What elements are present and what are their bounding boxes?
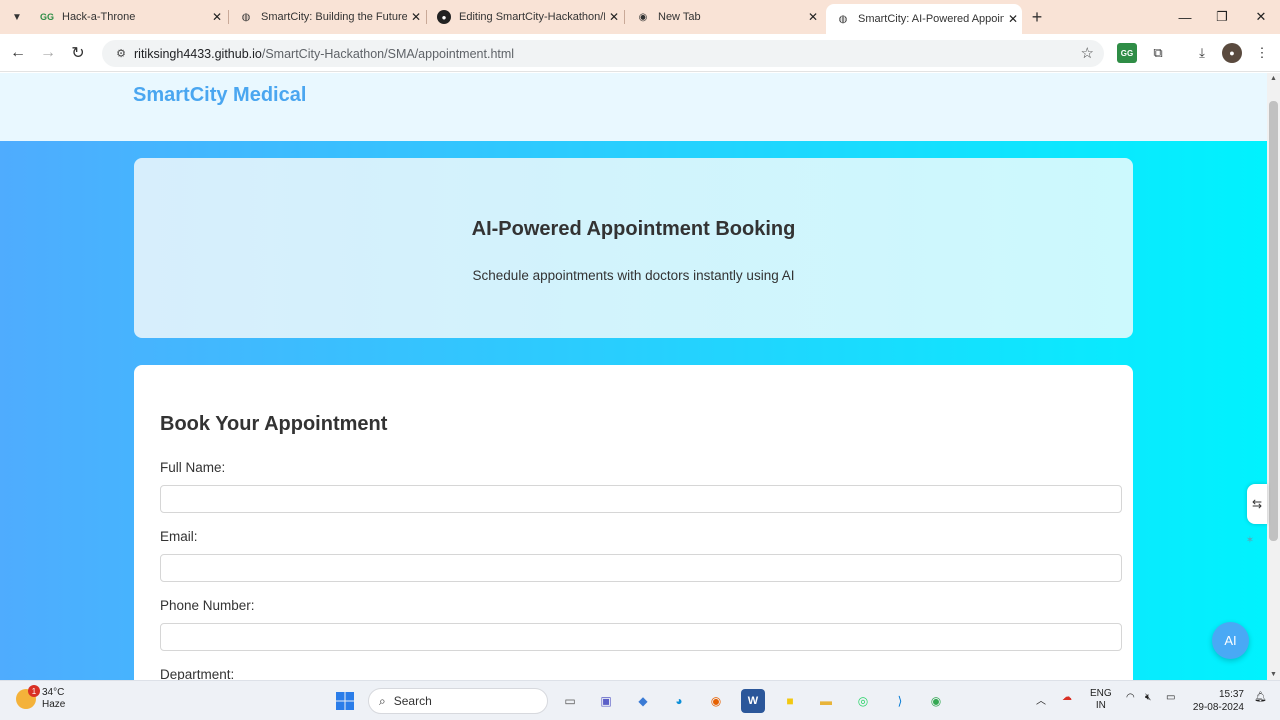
clock-time: 15:37 [1218, 689, 1244, 700]
form-title: Book Your Appointment [160, 413, 388, 435]
tray-overflow-chevron-icon[interactable]: ︿ [1036, 692, 1046, 707]
windows-taskbar: 1 34°C Haze ⌕ Search ▭ ▣ ◆ ◕ ◉ W ■ ▬ ◎ ⟩… [0, 680, 1280, 720]
chrome-icon: ◉ [638, 11, 648, 23]
ai-chat-button[interactable]: AI [1212, 622, 1249, 659]
scroll-up-arrow-icon[interactable]: ▲ [1270, 75, 1277, 82]
site-header: SmartCity Medical [0, 73, 1267, 141]
email-label: Email: [160, 529, 198, 544]
whatsapp-icon[interactable]: ◎ [851, 689, 875, 713]
page-scrollbar[interactable]: ▲ ▼ [1267, 73, 1280, 680]
search-placeholder: Search [393, 694, 432, 708]
geeksforgeeks-extension-icon[interactable]: GG [1117, 43, 1137, 63]
notification-bell-icon[interactable]: 🔔︎ [1254, 692, 1267, 703]
tab-title: SmartCity: AI-Powered Appoint [858, 13, 1004, 25]
department-label: Department: [160, 667, 235, 680]
tab-title: Hack-a-Throne [62, 11, 136, 23]
side-panel-tab-icon[interactable]: ⇆ [1247, 484, 1267, 524]
hero-subtitle: Schedule appointments with doctors insta… [472, 268, 795, 283]
onedrive-icon[interactable]: ☁ [1062, 692, 1072, 703]
full-name-label: Full Name: [160, 460, 226, 475]
temperature-text: 34°C [42, 687, 65, 698]
forward-arrow-icon[interactable]: → [37, 42, 59, 64]
tab-appointment-active[interactable]: ◍ SmartCity: AI-Powered Appoint ✕ [826, 4, 1022, 34]
file-explorer-icon[interactable]: ▬ [814, 689, 838, 713]
site-info-icon[interactable]: ⚙ [108, 44, 134, 64]
language-bottom: IN [1095, 700, 1106, 711]
extensions-puzzle-icon[interactable]: ⧉ [1148, 43, 1168, 63]
maximize-icon[interactable]: ❐ [1204, 6, 1240, 28]
volume-muted-icon[interactable]: 🔇︎ [1145, 692, 1151, 703]
phone-label: Phone Number: [160, 598, 255, 613]
tab-smartcity-building[interactable]: ◍ SmartCity: Building the Future ✕ [229, 4, 425, 30]
profile-avatar-icon[interactable]: ● [1222, 43, 1242, 63]
globe-icon: ◍ [241, 11, 251, 23]
taskbar-search[interactable]: ⌕ Search [368, 688, 548, 714]
github-icon: ● [437, 10, 451, 24]
bookmark-star-icon[interactable]: ☆ [1081, 44, 1094, 62]
close-icon[interactable]: ✕ [605, 8, 623, 26]
tab-divider [624, 10, 625, 24]
phone-input[interactable] [160, 623, 1122, 651]
sticky-notes-icon[interactable]: ■ [778, 689, 802, 713]
hero-title: AI-Powered Appointment Booking [471, 218, 796, 240]
page-viewport: SmartCity Medical AI-Powered Appointment… [0, 73, 1267, 680]
tab-title: Editing SmartCity-Hackathon/R [459, 11, 605, 23]
browser-toolbar: ← → ↻ ⚙ ritiksingh4433.github.io/SmartCi… [0, 34, 1280, 72]
teams-chat-icon[interactable]: ▣ [594, 689, 618, 713]
weather-widget[interactable]: 1 34°C Haze [16, 685, 66, 711]
weather-condition-text: Haze [42, 699, 66, 710]
minimize-icon[interactable]: — [1167, 6, 1203, 28]
url-text: ritiksingh4433.github.io/SmartCity-Hacka… [134, 47, 514, 61]
clock-date: 29-08-2024 [1192, 702, 1244, 713]
url-path: /SmartCity-Hackathon/SMA/appointment.htm… [261, 46, 515, 61]
new-tab-plus-icon[interactable]: + [1027, 7, 1047, 27]
firefox-icon[interactable]: ◉ [704, 689, 728, 713]
edge-icon[interactable]: ◕ [667, 689, 691, 713]
brand-logo-text[interactable]: SmartCity Medical [133, 84, 306, 107]
window-close-icon[interactable]: ✕ [1243, 6, 1279, 28]
scrollbar-thumb[interactable] [1269, 101, 1278, 541]
wifi-icon[interactable]: ◠ [1126, 692, 1135, 703]
battery-icon[interactable]: ▭ [1166, 692, 1175, 703]
tab-hack-a-throne[interactable]: GG Hack-a-Throne ✕ [30, 4, 226, 30]
language-indicator[interactable]: ENG IN [1090, 688, 1112, 712]
download-icon[interactable]: ⤓ [1192, 43, 1212, 63]
scroll-down-arrow-icon[interactable]: ▼ [1270, 671, 1277, 678]
close-icon[interactable]: ✕ [208, 8, 226, 26]
taskbar-clock[interactable]: 15:37 29-08-2024 [1188, 688, 1244, 714]
search-icon: ⌕ [379, 693, 386, 708]
language-top: ENG [1090, 688, 1112, 699]
tab-search-dropdown-icon[interactable]: ▼ [6, 6, 28, 28]
task-view-icon[interactable]: ▭ [558, 689, 582, 713]
appointment-form-card: Book Your Appointment Full Name: Email: … [134, 365, 1133, 680]
copilot-icon[interactable]: ◆ [631, 689, 655, 713]
address-bar[interactable]: ⚙ ritiksingh4433.github.io/SmartCity-Hac… [102, 40, 1104, 67]
tab-strip: ▼ GG Hack-a-Throne ✕ ◍ SmartCity: Buildi… [0, 0, 1280, 34]
side-widget-icon[interactable]: ✶ [1240, 530, 1260, 550]
back-arrow-icon[interactable]: ← [7, 42, 29, 64]
globe-icon: ◍ [838, 13, 848, 25]
word-icon[interactable]: W [741, 689, 765, 713]
reload-icon[interactable]: ↻ [67, 42, 89, 64]
tab-new-tab[interactable]: ◉ New Tab ✕ [626, 4, 822, 30]
close-icon[interactable]: ✕ [804, 8, 822, 26]
tab-github-editing[interactable]: ● Editing SmartCity-Hackathon/R ✕ [427, 4, 623, 30]
weather-sun-icon: 1 [16, 685, 40, 709]
hero-banner: AI-Powered Appointment Booking Schedule … [134, 158, 1133, 338]
windows-start-icon[interactable] [333, 689, 357, 713]
weather-badge: 1 [28, 685, 40, 697]
vscode-icon[interactable]: ⟩ [888, 689, 912, 713]
menu-kebab-icon[interactable]: ⋮ [1252, 43, 1272, 63]
tab-title: SmartCity: Building the Future [261, 11, 407, 23]
close-icon[interactable]: ✕ [407, 8, 425, 26]
full-name-input[interactable] [160, 485, 1122, 513]
email-input[interactable] [160, 554, 1122, 582]
chrome-taskbar-icon[interactable]: ◉ [924, 689, 948, 713]
tab-title: New Tab [658, 11, 701, 23]
url-host: ritiksingh4433.github.io [134, 46, 262, 61]
geeksforgeeks-icon: GG [40, 12, 55, 22]
close-icon[interactable]: ✕ [1004, 10, 1022, 28]
